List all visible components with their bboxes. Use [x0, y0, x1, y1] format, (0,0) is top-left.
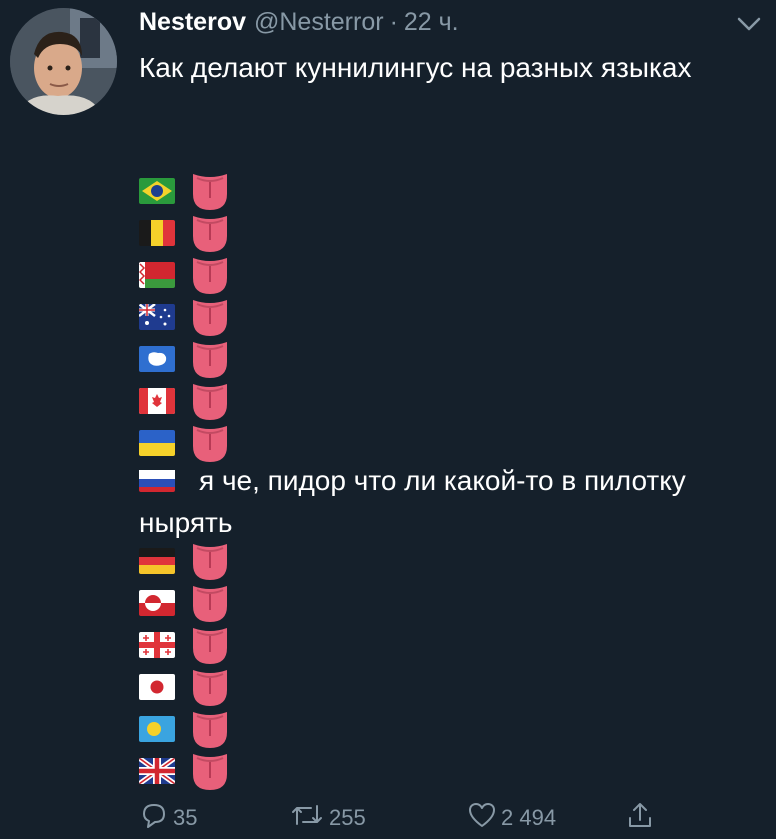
russia-line: я че, пидор что ли какой-то в пилотку ны… [139, 460, 759, 544]
tongue-icon [191, 708, 229, 750]
tongue-icon [191, 540, 229, 582]
tweet-text: Как делают куннилингус на разных языках [139, 52, 692, 83]
antarctica-flag-icon [139, 346, 175, 372]
tongue-icon [191, 750, 229, 792]
reply-count: 35 [173, 805, 198, 830]
uk-flag-icon [139, 758, 175, 784]
tongue-icon [191, 254, 229, 296]
tweet-header: Nesterov @Nesterror · 22 ч. [139, 8, 459, 38]
retweet-icon [289, 800, 329, 836]
chevron-down-icon[interactable] [735, 14, 763, 34]
tongue-icon [191, 582, 229, 624]
japan-flag-icon [139, 674, 175, 700]
author-name[interactable]: Nesterov [139, 8, 246, 37]
avatar[interactable] [10, 8, 117, 115]
like-count: 2 494 [501, 805, 557, 830]
australia-flag-icon [139, 304, 175, 330]
share-button[interactable] [625, 800, 659, 836]
tweet-actions: 35 255 2 494 [139, 800, 759, 836]
belarus-flag-icon [139, 262, 175, 288]
palau-flag-icon [139, 716, 175, 742]
brazil-flag-icon [139, 178, 175, 204]
heart-icon [467, 800, 501, 836]
canada-flag-icon [139, 388, 175, 414]
tongue-icon [191, 624, 229, 666]
reply-icon [139, 800, 173, 836]
author-handle[interactable]: @Nesterror [254, 8, 384, 37]
tongue-icon [191, 170, 229, 212]
georgia-flag-icon [139, 632, 175, 658]
separator: · [389, 8, 398, 36]
tongue-icon [191, 666, 229, 708]
belgium-flag-icon [139, 220, 175, 246]
russia-text: я че, пидор что ли какой-то в пилотку ны… [139, 465, 686, 538]
like-button[interactable]: 2 494 [467, 800, 556, 836]
share-icon [625, 800, 659, 836]
tweet-time[interactable]: 22 ч. [404, 8, 459, 37]
tongue-icon [191, 380, 229, 422]
russia-flag-icon [139, 466, 175, 492]
tongue-icon [191, 296, 229, 338]
retweet-count: 255 [329, 805, 366, 830]
retweet-button[interactable]: 255 [289, 800, 366, 836]
greenland-flag-icon [139, 590, 175, 616]
germany-flag-icon [139, 548, 175, 574]
ukraine-flag-icon [139, 430, 175, 456]
reply-button[interactable]: 35 [139, 800, 197, 836]
tongue-icon [191, 212, 229, 254]
tongue-icon [191, 422, 229, 464]
tongue-icon [191, 338, 229, 380]
